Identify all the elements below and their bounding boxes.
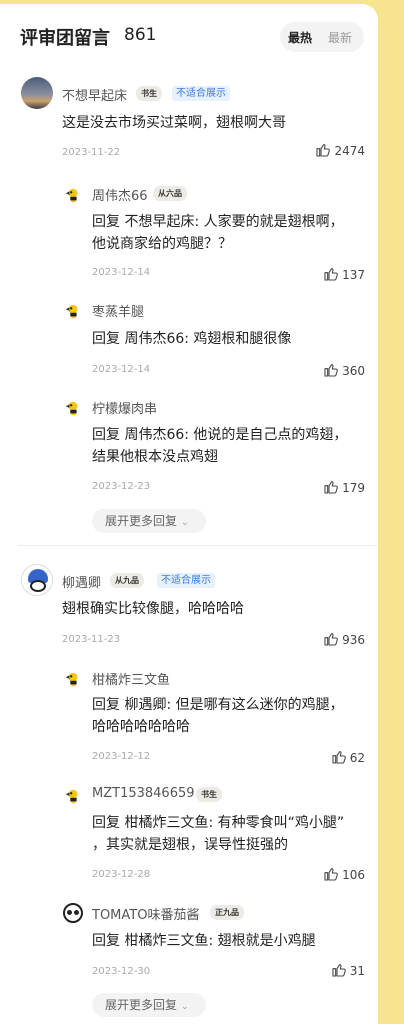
status-badge: 不适合展示 xyxy=(172,86,230,101)
panda-eye xyxy=(67,910,72,915)
reply-text: 回复 柑橘炸三文鱼: 有种零食叫“鸡小腿” xyxy=(92,815,345,831)
like-button[interactable]: 179 xyxy=(323,479,365,495)
username[interactable]: 枣蒸羊腿 xyxy=(92,301,144,320)
like-button[interactable]: 62 xyxy=(331,749,365,765)
reply-date: 2023-12-30 xyxy=(92,966,151,977)
sort-hot-tab[interactable]: 最热 xyxy=(288,29,312,46)
like-count: 31 xyxy=(349,964,365,978)
comment-panel: 评审团留言 861 最热 最新 不想早起床 书生 不适合展示 这是没去市场买过菜… xyxy=(0,4,378,1024)
reply-text: 结果他根本没点鸡翅 xyxy=(92,449,218,465)
reply-text: 哈哈哈哈哈哈哈 xyxy=(92,719,190,735)
like-button[interactable]: 31 xyxy=(331,962,365,978)
rank-badge: 书生 xyxy=(196,787,222,802)
like-count: 179 xyxy=(342,481,365,495)
username[interactable]: 柑橘炸三文鱼 xyxy=(92,669,170,688)
reply-text: 回复 柑橘炸三文鱼: 翅根就是小鸡腿 xyxy=(92,933,316,949)
duck-avatar-icon[interactable] xyxy=(64,302,82,320)
expand-replies-label: 展开更多回复 xyxy=(105,514,178,528)
avatar[interactable] xyxy=(21,564,53,596)
username[interactable]: 柳遇卿 xyxy=(62,572,101,591)
username[interactable]: MZT153846659 xyxy=(92,786,195,801)
sort-toggle: 最热 最新 xyxy=(280,22,364,52)
like-count: 106 xyxy=(342,868,365,882)
panel-title: 评审团留言 xyxy=(20,28,110,49)
like-count: 360 xyxy=(342,364,365,378)
reply-text: ，其实就是翅根，误导性挺强的 xyxy=(92,837,288,853)
like-button[interactable]: 106 xyxy=(323,866,365,882)
chevron-down-icon: ⌄ xyxy=(181,1002,189,1012)
comment-count: 861 xyxy=(124,25,157,45)
duck-avatar-icon[interactable] xyxy=(64,186,82,204)
rank-badge: 从九品 xyxy=(110,573,144,588)
comments-header: 评审团留言 861 最热 最新 xyxy=(20,22,364,52)
duck-avatar-icon[interactable] xyxy=(64,399,82,417)
expand-replies-button[interactable]: 展开更多回复 ⌄ xyxy=(92,509,206,533)
reply-text: 回复 不想早起床: 人家要的就是翅根啊， xyxy=(92,214,344,230)
reply-date: 2023-12-14 xyxy=(92,364,151,375)
thumbs-up-icon xyxy=(323,866,339,882)
like-button[interactable]: 360 xyxy=(323,362,365,378)
thumbs-up-icon xyxy=(315,142,331,158)
panda-eye xyxy=(74,910,79,915)
sort-new-tab[interactable]: 最新 xyxy=(328,29,352,46)
username[interactable]: TOMATO味番茄酱 xyxy=(92,904,199,923)
reply-date: 2023-12-23 xyxy=(92,481,151,492)
like-button[interactable]: 137 xyxy=(323,266,365,282)
like-count: 62 xyxy=(349,751,365,765)
thumbs-up-icon xyxy=(323,631,339,647)
thread-divider xyxy=(18,545,378,546)
avatar-figure xyxy=(30,580,46,592)
panda-avatar[interactable] xyxy=(63,903,83,923)
username[interactable]: 周伟杰66 xyxy=(92,185,148,204)
comment-date: 2023-11-22 xyxy=(62,147,121,158)
duck-avatar-icon[interactable] xyxy=(64,670,82,688)
thumbs-up-icon xyxy=(331,962,347,978)
thumbs-up-icon xyxy=(323,362,339,378)
reply-date: 2023-12-28 xyxy=(92,869,151,880)
thumbs-up-icon xyxy=(331,749,347,765)
reply-text: 回复 周伟杰66: 鸡翅根和腿很像 xyxy=(92,331,292,347)
like-button[interactable]: 936 xyxy=(323,631,365,647)
rank-badge: 书生 xyxy=(136,86,162,101)
status-badge: 不适合展示 xyxy=(157,573,215,588)
avatar[interactable] xyxy=(21,77,53,109)
reply-text: 回复 周伟杰66: 他说的是自己点的鸡翅， xyxy=(92,427,348,443)
like-count: 936 xyxy=(342,633,365,647)
reply-date: 2023-12-12 xyxy=(92,751,151,762)
expand-replies-label: 展开更多回复 xyxy=(105,998,178,1012)
comment-text: 翅根确实比较像腿，哈哈哈哈 xyxy=(62,601,244,617)
reply-text: 回复 柳遇卿: 但是哪有这么迷你的鸡腿， xyxy=(92,697,344,713)
comment-text: 这是没去市场买过菜啊，翅根啊大哥 xyxy=(62,115,286,131)
rank-badge: 正九品 xyxy=(210,905,244,920)
thumbs-up-icon xyxy=(323,479,339,495)
reply-text: 他说商家给的鸡腿？？ xyxy=(92,236,232,252)
like-count: 137 xyxy=(342,268,365,282)
chevron-down-icon: ⌄ xyxy=(181,518,189,528)
expand-replies-button[interactable]: 展开更多回复 ⌄ xyxy=(92,993,206,1017)
like-button[interactable]: 2474 xyxy=(315,142,365,158)
username[interactable]: 不想早起床 xyxy=(62,85,127,104)
rank-badge: 从六品 xyxy=(153,186,187,201)
username[interactable]: 柠檬爆肉串 xyxy=(92,398,157,417)
like-count: 2474 xyxy=(334,144,365,158)
reply-date: 2023-12-14 xyxy=(92,267,151,278)
thumbs-up-icon xyxy=(323,266,339,282)
duck-avatar-icon[interactable] xyxy=(64,787,82,805)
comment-date: 2023-11-23 xyxy=(62,634,121,645)
